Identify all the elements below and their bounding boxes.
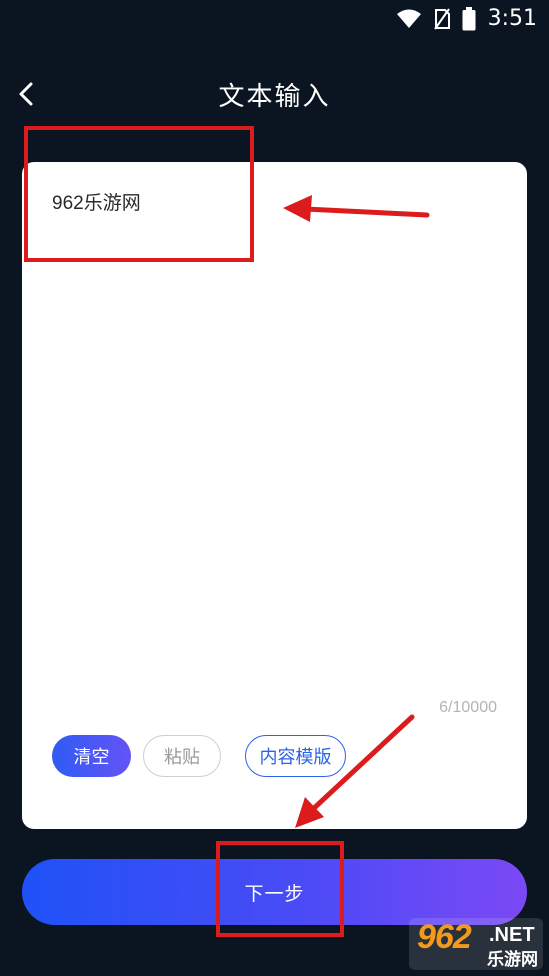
paste-button[interactable]: 粘贴 xyxy=(143,735,221,777)
wifi-icon xyxy=(396,9,422,29)
status-bar: 3:51 xyxy=(0,0,549,38)
watermark-subtitle: 乐游网 xyxy=(487,950,538,970)
page-title: 文本输入 xyxy=(218,82,331,112)
next-step-button[interactable]: 下一步 xyxy=(22,859,527,925)
text-input[interactable] xyxy=(52,186,492,216)
watermark-number: 962 xyxy=(417,918,472,956)
character-count: 6/10000 xyxy=(439,699,497,716)
no-sim-icon xyxy=(433,7,450,30)
status-time: 3:51 xyxy=(487,6,537,31)
watermark-net: .NET xyxy=(489,924,535,946)
top-bar: 文本输入 xyxy=(0,68,549,124)
text-editor-card: 6/10000 清空 粘贴 内容模版 xyxy=(22,162,527,829)
site-watermark-logo: 962 .NET 乐游网 xyxy=(409,918,543,970)
battery-icon xyxy=(462,6,476,31)
status-icons: 3:51 xyxy=(396,6,537,31)
next-step-label: 下一步 xyxy=(244,882,305,905)
clear-button[interactable]: 清空 xyxy=(52,735,131,777)
content-template-button[interactable]: 内容模版 xyxy=(245,735,346,777)
